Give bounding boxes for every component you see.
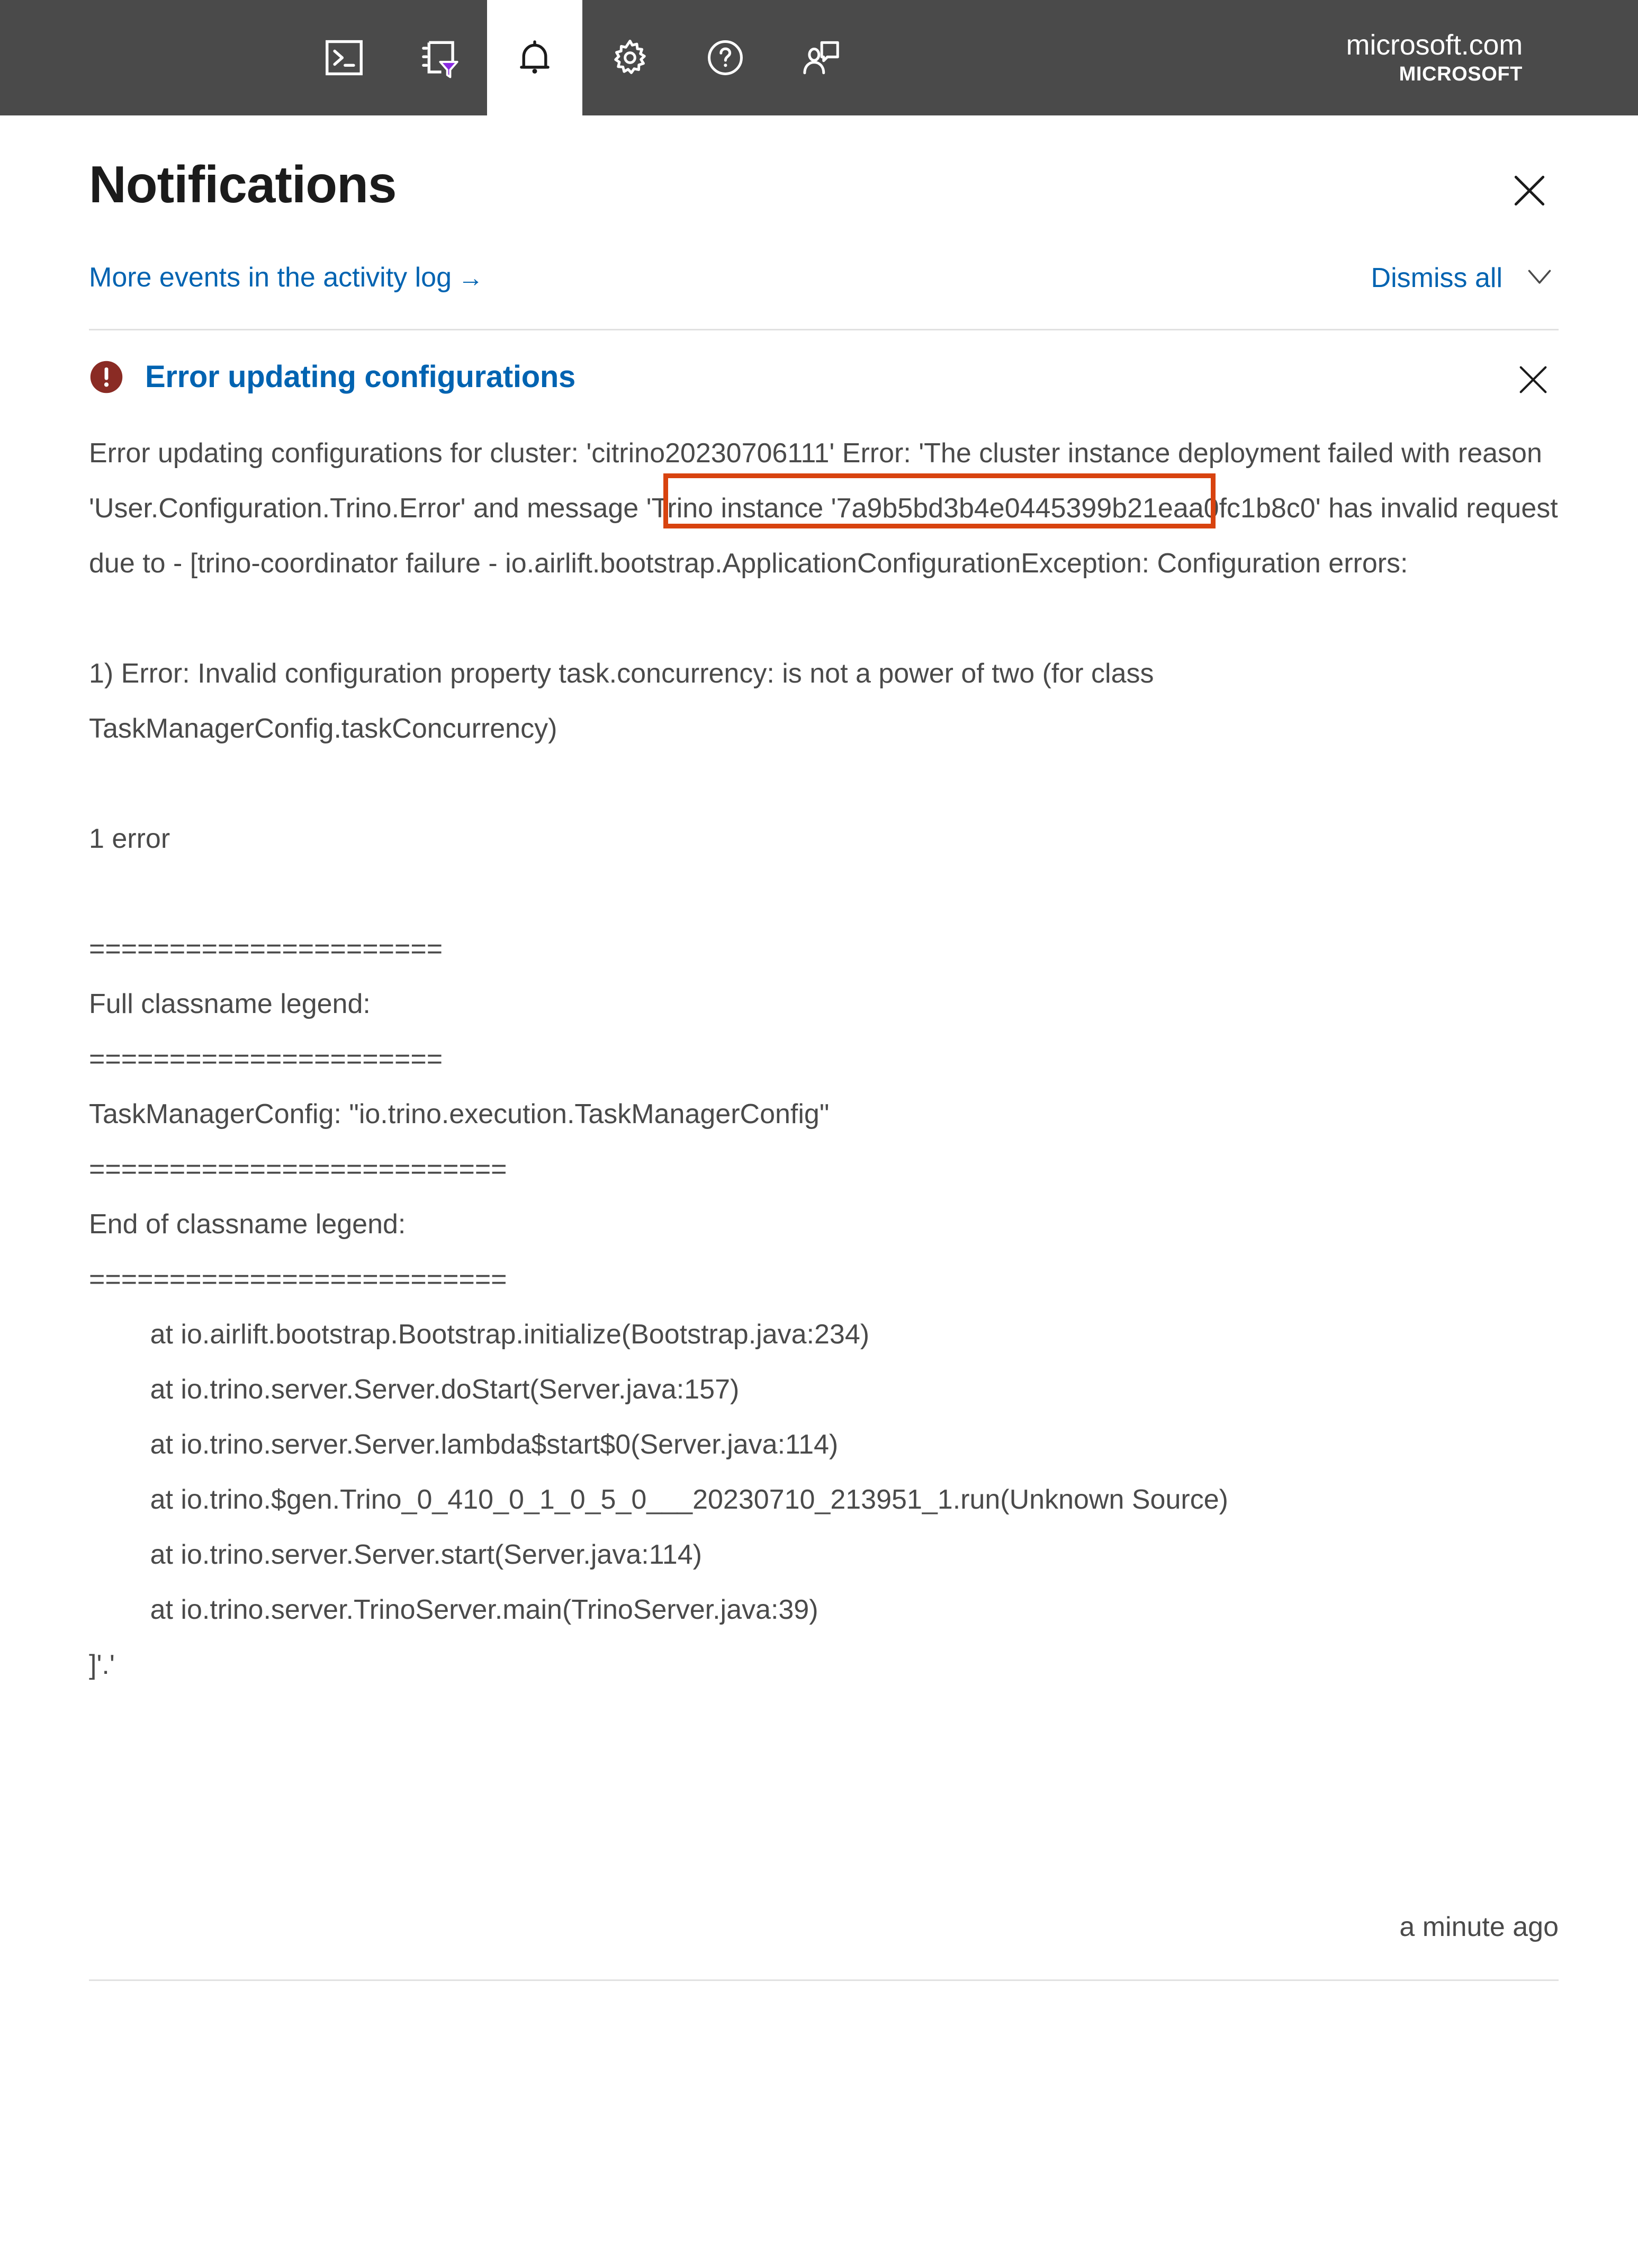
more-events-activity-log-link[interactable]: More events in the activity log → [89,261,483,295]
notification-header: Error updating configurations [89,359,1559,406]
topbar-left-icon-group [296,0,582,115]
notification-message-part-1: Error updating configurations for cluste… [89,438,1558,854]
directory-filter-icon-button[interactable] [392,0,487,115]
stack-trace: at io.airlift.bootstrap.Bootstrap.initia… [150,1319,1228,1625]
tenant-brand: microsoft.com MICROSOFT [1346,0,1638,115]
dismiss-all-label: Dismiss all [1371,262,1502,293]
panel-close-button[interactable] [1500,162,1559,220]
separator-rule-2: ====================== [89,1044,443,1074]
notifications-panel: Notifications More events in the activit… [0,115,1638,1981]
notification-message-tail: ]'.' [89,1650,115,1680]
notifications-bell-icon-button[interactable] [487,0,582,115]
notifications-bell-icon [512,35,557,80]
separator-rule-3: ========================== [89,1154,507,1185]
close-icon [1512,358,1554,402]
notification-footer: a minute ago [89,1858,1559,1943]
notification-title: Error updating configurations [145,360,575,394]
separator-rule-1: ====================== [89,934,443,964]
topbar-flex-spacer [868,0,1346,115]
azure-top-bar: microsoft.com MICROSOFT [0,0,1638,115]
cloud-shell-icon [321,35,367,80]
directory-filter-icon [417,35,462,80]
tenant-org: MICROSOFT [1399,63,1523,85]
more-events-label: More events in the activity log [89,262,452,293]
feedback-person-icon-button[interactable] [773,0,868,115]
cloud-shell-icon-button[interactable] [296,0,392,115]
page-title: Notifications [89,155,397,213]
settings-gear-icon-button[interactable] [582,0,678,115]
notification-timestamp: a minute ago [1399,1912,1559,1942]
notification-bottom-divider [89,1979,1559,1981]
close-icon [1506,167,1553,216]
notification-dismiss-button[interactable] [1508,355,1559,406]
notification-header-left: Error updating configurations [89,359,575,395]
error-circle-icon [89,360,124,395]
notification-item: Error updating configurations Error upda… [0,330,1638,1943]
notifications-actions-row: More events in the activity log → Dismiss… [0,220,1638,298]
feedback-person-icon [798,35,843,80]
notification-message: Error updating configurations for cluste… [89,426,1559,1858]
settings-gear-icon [607,35,653,80]
separator-rule-4: ========================== [89,1264,507,1295]
topbar-left-spacer [0,0,296,115]
tenant-domain: microsoft.com [1346,29,1523,61]
help-question-icon-button[interactable] [678,0,773,115]
topbar-right-icon-group [582,0,868,115]
legend-footer: End of classname legend: [89,1209,406,1240]
legend-entry: TaskManagerConfig: "io.trino.execution.T… [89,1099,830,1129]
chevron-down-icon [1520,257,1559,298]
arrow-right-icon: → [458,264,483,292]
notifications-panel-header: Notifications [0,115,1638,220]
help-question-icon [703,35,748,80]
dismiss-all-button[interactable]: Dismiss all [1371,257,1559,298]
legend-header: Full classname legend: [89,989,371,1019]
